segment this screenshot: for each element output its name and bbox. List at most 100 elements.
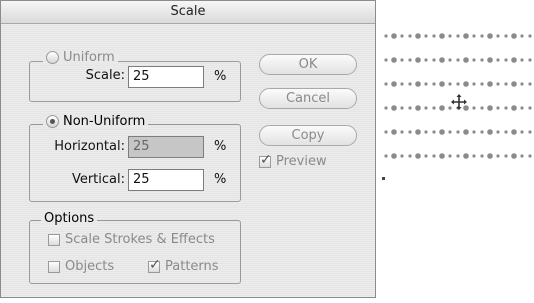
pattern-dot <box>456 58 460 62</box>
pattern-dot <box>456 130 460 134</box>
vertical-label: Vertical: <box>71 172 125 187</box>
pattern-dot <box>424 130 428 134</box>
pattern-dot <box>520 106 524 110</box>
pattern-dot <box>415 33 421 39</box>
pattern-dot <box>424 58 428 62</box>
scale-unit: % <box>214 69 227 84</box>
patterns-label: Patterns <box>165 259 219 274</box>
pattern-dot <box>384 34 388 38</box>
pattern-dot <box>480 106 484 110</box>
pattern-dot <box>432 34 436 38</box>
pattern-dot <box>487 81 493 87</box>
uniform-radio-icon <box>46 51 59 64</box>
pattern-dot <box>511 129 517 135</box>
pattern-dot <box>391 105 397 111</box>
pattern-dot <box>504 106 508 110</box>
check-icon: ✓ <box>149 256 161 273</box>
pattern-dot <box>408 106 412 110</box>
preview-checkbox[interactable]: ✓ Preview <box>259 152 327 169</box>
pattern-dot <box>408 34 412 38</box>
objects-checkbox-box <box>48 260 60 273</box>
pattern-dot <box>400 130 404 134</box>
pattern-dot <box>480 34 484 38</box>
pattern-dot <box>439 81 445 87</box>
pattern-dot <box>439 105 445 111</box>
pattern-dot <box>424 154 428 158</box>
uniform-radio[interactable]: Uniform <box>43 50 118 65</box>
pattern-dot <box>408 154 412 158</box>
pattern-dot <box>487 129 493 135</box>
pattern-dot <box>439 57 445 63</box>
vertical-field[interactable]: 25 <box>128 169 204 191</box>
pattern-dot <box>448 82 452 86</box>
pattern-dot <box>384 106 388 110</box>
pattern-dot <box>448 106 452 110</box>
cancel-button[interactable]: Cancel <box>259 88 357 109</box>
pattern-dot <box>391 129 397 135</box>
pattern-dot <box>528 58 532 62</box>
pattern-preview <box>382 26 534 181</box>
pattern-dot <box>432 58 436 62</box>
horizontal-field[interactable]: 25 <box>128 136 204 158</box>
patterns-checkbox[interactable]: ✓ Patterns <box>148 257 219 274</box>
pattern-dot <box>528 130 532 134</box>
pattern-dot <box>384 130 388 134</box>
pattern-dot <box>400 106 404 110</box>
pattern-dot <box>511 153 517 159</box>
pattern-dot <box>448 130 452 134</box>
pattern-dot <box>528 82 532 86</box>
selection-handle[interactable] <box>382 177 385 180</box>
pattern-dot <box>415 129 421 135</box>
pattern-dot <box>439 153 445 159</box>
pattern-dot <box>456 34 460 38</box>
pattern-dot <box>496 130 500 134</box>
pattern-dot <box>504 34 508 38</box>
pattern-dot <box>472 154 476 158</box>
ok-button[interactable]: OK <box>259 54 357 75</box>
pattern-dot <box>472 130 476 134</box>
patterns-checkbox-box: ✓ <box>148 257 161 273</box>
non-uniform-radio-icon <box>46 115 59 128</box>
pattern-dot <box>504 154 508 158</box>
pattern-dot <box>415 153 421 159</box>
pattern-dot <box>511 81 517 87</box>
pattern-dot <box>408 130 412 134</box>
pattern-dot <box>415 81 421 87</box>
options-label: Options <box>41 211 98 226</box>
pattern-dot <box>487 57 493 63</box>
pattern-dot <box>424 34 428 38</box>
pattern-dot <box>456 154 460 158</box>
pattern-dot <box>487 105 493 111</box>
pattern-dot <box>463 81 469 87</box>
scale-strokes-checkbox-box <box>48 233 60 246</box>
pattern-dot <box>391 81 397 87</box>
pattern-dot <box>520 154 524 158</box>
pattern-dot <box>400 154 404 158</box>
pattern-dot <box>520 130 524 134</box>
title-bar[interactable]: Scale <box>1 1 375 24</box>
pattern-dot <box>384 154 388 158</box>
pattern-dot <box>432 82 436 86</box>
pattern-dot <box>463 129 469 135</box>
horizontal-unit: % <box>214 139 227 154</box>
pattern-dot <box>511 57 517 63</box>
dialog-title: Scale <box>170 4 206 19</box>
pattern-dot <box>496 106 500 110</box>
copy-button[interactable]: Copy <box>259 125 357 146</box>
preview-checkbox-box: ✓ <box>259 152 272 168</box>
pattern-dot <box>408 58 412 62</box>
scale-strokes-checkbox[interactable]: Scale Strokes & Effects <box>48 232 215 247</box>
pattern-dot <box>511 105 517 111</box>
objects-checkbox[interactable]: Objects <box>48 259 114 274</box>
pattern-dot <box>528 154 532 158</box>
non-uniform-label: Non-Uniform <box>63 114 146 129</box>
scale-field[interactable]: 25 <box>128 66 204 88</box>
pattern-dot <box>511 33 517 39</box>
non-uniform-radio[interactable]: Non-Uniform <box>43 114 149 129</box>
pattern-dot <box>384 58 388 62</box>
pattern-dot <box>528 106 532 110</box>
pattern-dot <box>487 153 493 159</box>
pattern-dot <box>448 58 452 62</box>
scale-dialog: Scale Uniform Scale: 25 % Non-Uniform Ho… <box>0 0 376 298</box>
scale-strokes-label: Scale Strokes & Effects <box>65 232 215 247</box>
